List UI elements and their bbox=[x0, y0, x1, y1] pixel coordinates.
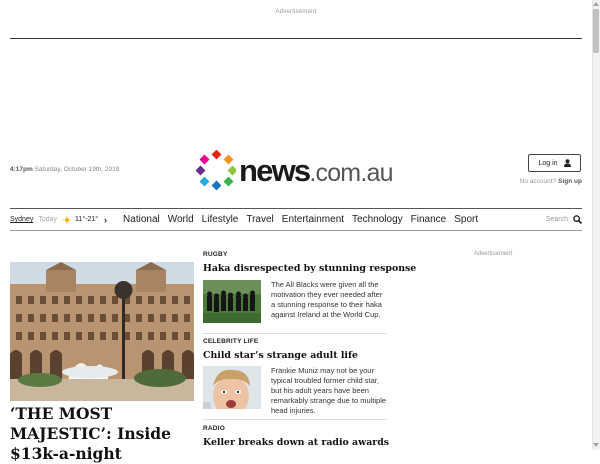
scrollbar-thumb[interactable] bbox=[593, 9, 599, 53]
nav-item-finance[interactable]: Finance bbox=[411, 214, 447, 225]
hero-headline[interactable]: ‘THE MOST MAJESTIC’: Inside $13k-a-night bbox=[10, 404, 194, 464]
nav-item-lifestyle[interactable]: Lifestyle bbox=[202, 214, 239, 225]
search-icon[interactable] bbox=[573, 215, 582, 224]
sun-icon bbox=[63, 215, 72, 224]
weather-city-link[interactable]: Sydney bbox=[10, 216, 33, 223]
advertisement-label-right: Advertisement bbox=[473, 251, 513, 257]
weather-temps: 11°-21° bbox=[75, 216, 99, 223]
story-headline[interactable]: Child star’s strange adult life bbox=[203, 350, 358, 361]
story-category-radio[interactable]: RADIO bbox=[203, 425, 225, 432]
search-label[interactable]: Search bbox=[546, 216, 568, 223]
nav-item-travel[interactable]: Travel bbox=[246, 214, 273, 225]
search[interactable]: Search bbox=[546, 209, 582, 230]
nav-item-national[interactable]: National bbox=[123, 214, 160, 225]
section-links: National World Lifestyle Travel Entertai… bbox=[123, 214, 486, 225]
weather-chevron-icon[interactable]: › bbox=[104, 215, 107, 225]
login-button[interactable]: Log in bbox=[528, 154, 581, 172]
nav-item-technology[interactable]: Technology bbox=[352, 214, 403, 225]
celebrity-photo bbox=[203, 366, 261, 409]
story-image-rugby[interactable] bbox=[203, 280, 261, 323]
scroll-up-arrow-icon[interactable] bbox=[593, 2, 599, 6]
logo-dots-icon bbox=[196, 150, 236, 190]
date-line: 4:17pm Saturday, October 19th, 2019 bbox=[10, 166, 119, 173]
user-icon bbox=[563, 159, 571, 167]
scroll-down-arrow-icon[interactable] bbox=[593, 443, 599, 447]
ad-divider bbox=[10, 38, 582, 39]
weather-today-label: Today bbox=[38, 216, 58, 223]
nav-item-world[interactable]: World bbox=[168, 214, 194, 225]
story-headline[interactable]: Keller breaks down at radio awards bbox=[203, 437, 389, 448]
story-summary: Frankie Muniz may not be your typical tr… bbox=[271, 366, 387, 415]
current-time: 4:17pm bbox=[10, 166, 33, 173]
rugby-photo bbox=[203, 280, 261, 323]
scrollbar[interactable] bbox=[592, 0, 600, 450]
hotel-photo bbox=[10, 262, 194, 401]
signup-link[interactable]: Sign up bbox=[558, 178, 582, 185]
nav-item-sport[interactable]: Sport bbox=[454, 214, 478, 225]
nav-item-entertainment[interactable]: Entertainment bbox=[282, 214, 344, 225]
login-label: Log in bbox=[538, 159, 558, 167]
nav-divider-bottom bbox=[10, 230, 582, 231]
story-category-rugby[interactable]: RUGBY bbox=[203, 251, 227, 258]
logo-wordmark: news.com.au bbox=[239, 152, 393, 188]
main-nav: Sydney Today 11°-21° › National World Li… bbox=[10, 209, 582, 230]
signup-prompt: No account? Sign up bbox=[519, 178, 582, 185]
current-date: Saturday, October 19th, 2019 bbox=[34, 166, 120, 173]
story-image-celebrity[interactable] bbox=[203, 366, 261, 409]
news-logo[interactable]: news.com.au bbox=[196, 148, 396, 192]
story-summary: The All Blacks were given all the motiva… bbox=[271, 280, 383, 319]
story-divider bbox=[203, 333, 387, 334]
story-headline[interactable]: Haka disrespected by stunning response bbox=[203, 263, 416, 274]
story-divider bbox=[203, 419, 387, 420]
story-category-celebrity-life[interactable]: CELEBRITY LIFE bbox=[203, 338, 258, 345]
advertisement-label-top: Advertisement bbox=[275, 9, 317, 15]
hero-image[interactable] bbox=[10, 262, 194, 401]
